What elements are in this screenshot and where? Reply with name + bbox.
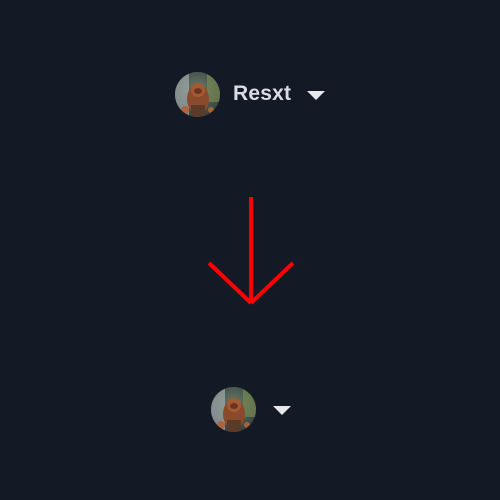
caret-down-icon[interactable] — [307, 90, 326, 100]
caret-down-icon[interactable] — [273, 405, 291, 415]
username-label: Resxt — [233, 82, 292, 105]
avatar-photo-icon — [175, 71, 220, 117]
avatar-photo-icon — [211, 386, 256, 432]
user-menu-button-expanded[interactable]: Resxt — [175, 71, 326, 117]
user-menu-button-collapsed[interactable] — [211, 386, 291, 432]
comparison-canvas: Resxt — [0, 0, 500, 500]
arrow-down-icon — [207, 197, 295, 305]
